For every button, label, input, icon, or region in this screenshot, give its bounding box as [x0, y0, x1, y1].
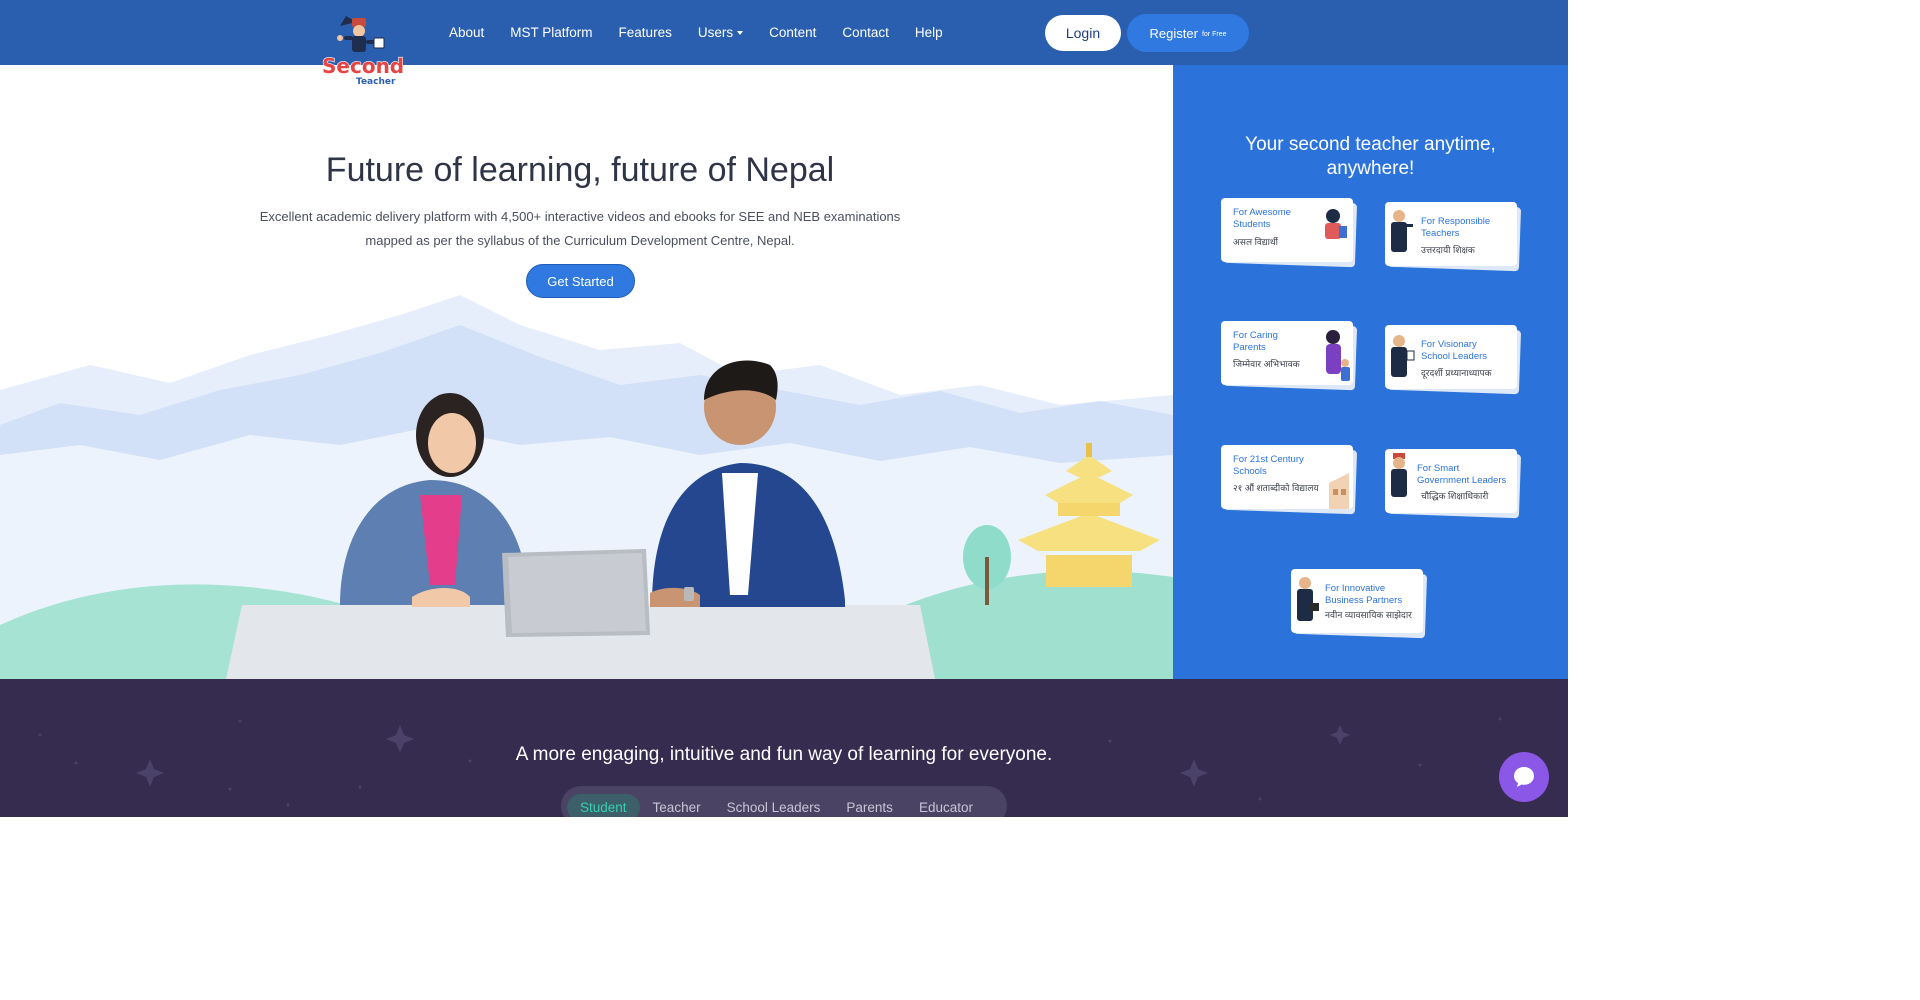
card-government-leaders[interactable]: For Smart Government Leaders चौद्धिक शिक्… [1385, 449, 1522, 519]
card-schools-subtitle: २१ औं शताब्दीको विद्यालय [1233, 483, 1319, 493]
nav-mst-platform[interactable]: MST Platform [510, 25, 592, 40]
chat-bubble-icon [1514, 767, 1534, 787]
register-button[interactable]: Register for Free [1127, 14, 1249, 52]
card-business-partners[interactable]: For Innovative Business Partners नवीन व्य… [1291, 569, 1428, 639]
tab-educator[interactable]: Educator [906, 794, 986, 817]
card-government-leaders-subtitle: चौद्धिक शिक्षाधिकारी [1421, 491, 1489, 501]
nav-help[interactable]: Help [915, 25, 943, 40]
card-business-partners-subtitle: नवीन व्यावसायिक साझेदार [1325, 610, 1412, 620]
card-business-partners-title: For Innovative Business Partners [1325, 583, 1402, 606]
card-school-leaders-title-line-2: School Leaders [1421, 350, 1488, 362]
hero-description: Excellent academic delivery platform wit… [250, 205, 910, 253]
card-schools[interactable]: For 21st Century Schools २१ औं शताब्दीको … [1221, 445, 1358, 515]
card-school-leaders-title: For Visionary School Leaders [1421, 339, 1487, 362]
user-type-panel: Your second teacher anytime, anywhere! F… [1173, 65, 1568, 679]
nav-about[interactable]: About [449, 25, 484, 40]
nav-mst-platform-label: MST Platform [510, 25, 593, 40]
card-business-partners-title-line-2: Business Partners [1325, 594, 1403, 606]
logo-word-teacher: Teacher [356, 77, 396, 87]
card-teachers-title-line-1: For Responsible [1421, 216, 1491, 227]
card-teachers-title: For Responsible Teachers [1421, 216, 1490, 239]
card-school-leaders-title-line-1: For Visionary [1421, 339, 1477, 350]
get-started-label: Get Started [547, 273, 614, 289]
main-nav: About MST Platform Features Users Conten… [449, 0, 943, 65]
card-schools-title: For 21st Century Schools [1233, 454, 1304, 477]
card-students-title-line-2: Students [1233, 218, 1271, 230]
features-intro-section: A more engaging, intuitive and fun way o… [0, 679, 1568, 817]
hero-description-line-2: mapped as per the syllabus of the Curric… [365, 233, 795, 248]
chat-widget-button[interactable] [1499, 752, 1549, 802]
business-partner-icon [1297, 577, 1319, 621]
nav-about-label: About [449, 25, 485, 40]
card-parents-subtitle: जिम्मेवार अभिभावक [1233, 359, 1300, 369]
government-leader-icon [1391, 453, 1407, 497]
card-government-leaders-title-line-1: For Smart [1417, 463, 1460, 474]
card-students[interactable]: For Awesome Students असल विद्यार्थी [1221, 198, 1358, 268]
card-teachers-subtitle: उत्तरदायी शिक्षक [1421, 245, 1475, 255]
site-logo[interactable]: My Second Teacher [316, 14, 420, 90]
nav-users-label: Users [697, 25, 734, 40]
hero-title: Future of learning, future of Nepal [325, 151, 835, 189]
features-intro-title: A more engaging, intuitive and fun way o… [515, 744, 1053, 765]
nav-contact-label: Contact [842, 25, 889, 40]
card-teachers-title-line-2: Teachers [1421, 227, 1460, 239]
tab-student[interactable]: Student [567, 794, 640, 817]
tab-parents[interactable]: Parents [833, 794, 906, 817]
get-started-button[interactable]: Get Started [526, 264, 635, 298]
card-teachers[interactable]: For Responsible Teachers उत्तरदायी शिक्षक [1385, 202, 1522, 272]
teacher-icon [1391, 210, 1413, 252]
register-small-label: for Free [1201, 31, 1227, 38]
card-government-leaders-title-line-2: Government Leaders [1417, 474, 1507, 486]
card-parents-title: For Caring Parents [1233, 330, 1278, 353]
register-label: Register [1149, 25, 1198, 41]
nav-contact[interactable]: Contact [842, 25, 889, 40]
laptop [502, 549, 650, 637]
login-button[interactable]: Login [1045, 15, 1121, 51]
top-navigation-bar: About MST Platform Features Users Conten… [0, 0, 1568, 65]
student-icon [1325, 209, 1347, 239]
school-building-icon [1329, 473, 1349, 509]
card-students-subtitle: असल विद्यार्थी [1233, 237, 1278, 247]
card-school-leaders-subtitle: दूरदर्शी प्रध्यानाध्यापक [1421, 368, 1492, 378]
parent-icon [1326, 330, 1350, 381]
nav-features[interactable]: Features [619, 25, 672, 40]
nav-help-label: Help [914, 25, 943, 40]
card-parents-title-line-1: For Caring [1233, 330, 1278, 341]
card-students-title-line-1: For Awesome [1233, 207, 1291, 218]
user-type-tabs: Student Teacher School Leaders Parents E… [561, 786, 1007, 817]
card-school-leaders[interactable]: For Visionary School Leaders दूरदर्शी प्र… [1385, 325, 1522, 395]
side-panel-title: Your second teacher anytime, anywhere! [1173, 133, 1568, 181]
school-leader-icon [1391, 335, 1415, 377]
card-schools-title-line-1: For 21st Century [1233, 454, 1304, 465]
card-students-title: For Awesome Students [1233, 207, 1291, 230]
hero-description-line-1: Excellent academic delivery platform wit… [259, 209, 901, 224]
tab-teacher[interactable]: Teacher [640, 794, 714, 817]
nav-users-dropdown[interactable]: Users [697, 25, 744, 40]
hero-illustration [0, 295, 1173, 679]
nav-features-label: Features [618, 25, 672, 40]
side-panel-title-line-1: Your second teacher anytime, [1245, 134, 1496, 155]
card-parents-title-line-2: Parents [1233, 341, 1266, 353]
card-government-leaders-title: For Smart Government Leaders [1417, 463, 1506, 486]
logo-mascot-icon: My Second Teacher [321, 16, 405, 87]
caret-down-icon [737, 31, 744, 35]
card-business-partners-title-line-1: For Innovative [1325, 583, 1386, 594]
hero-section: Future of learning, future of Nepal Exce… [0, 65, 1173, 679]
logo-word-second: Second [322, 54, 404, 78]
side-panel-title-line-2: anywhere! [1326, 158, 1415, 179]
nav-content-label: Content [769, 25, 817, 40]
sparkle-icon [1330, 725, 1350, 745]
card-schools-title-line-2: Schools [1233, 465, 1267, 477]
tab-school-leaders[interactable]: School Leaders [714, 794, 834, 817]
card-parents[interactable]: For Caring Parents जिम्मेवार अभिभावक [1221, 321, 1358, 391]
login-label: Login [1065, 25, 1101, 41]
nav-content[interactable]: Content [769, 25, 816, 40]
